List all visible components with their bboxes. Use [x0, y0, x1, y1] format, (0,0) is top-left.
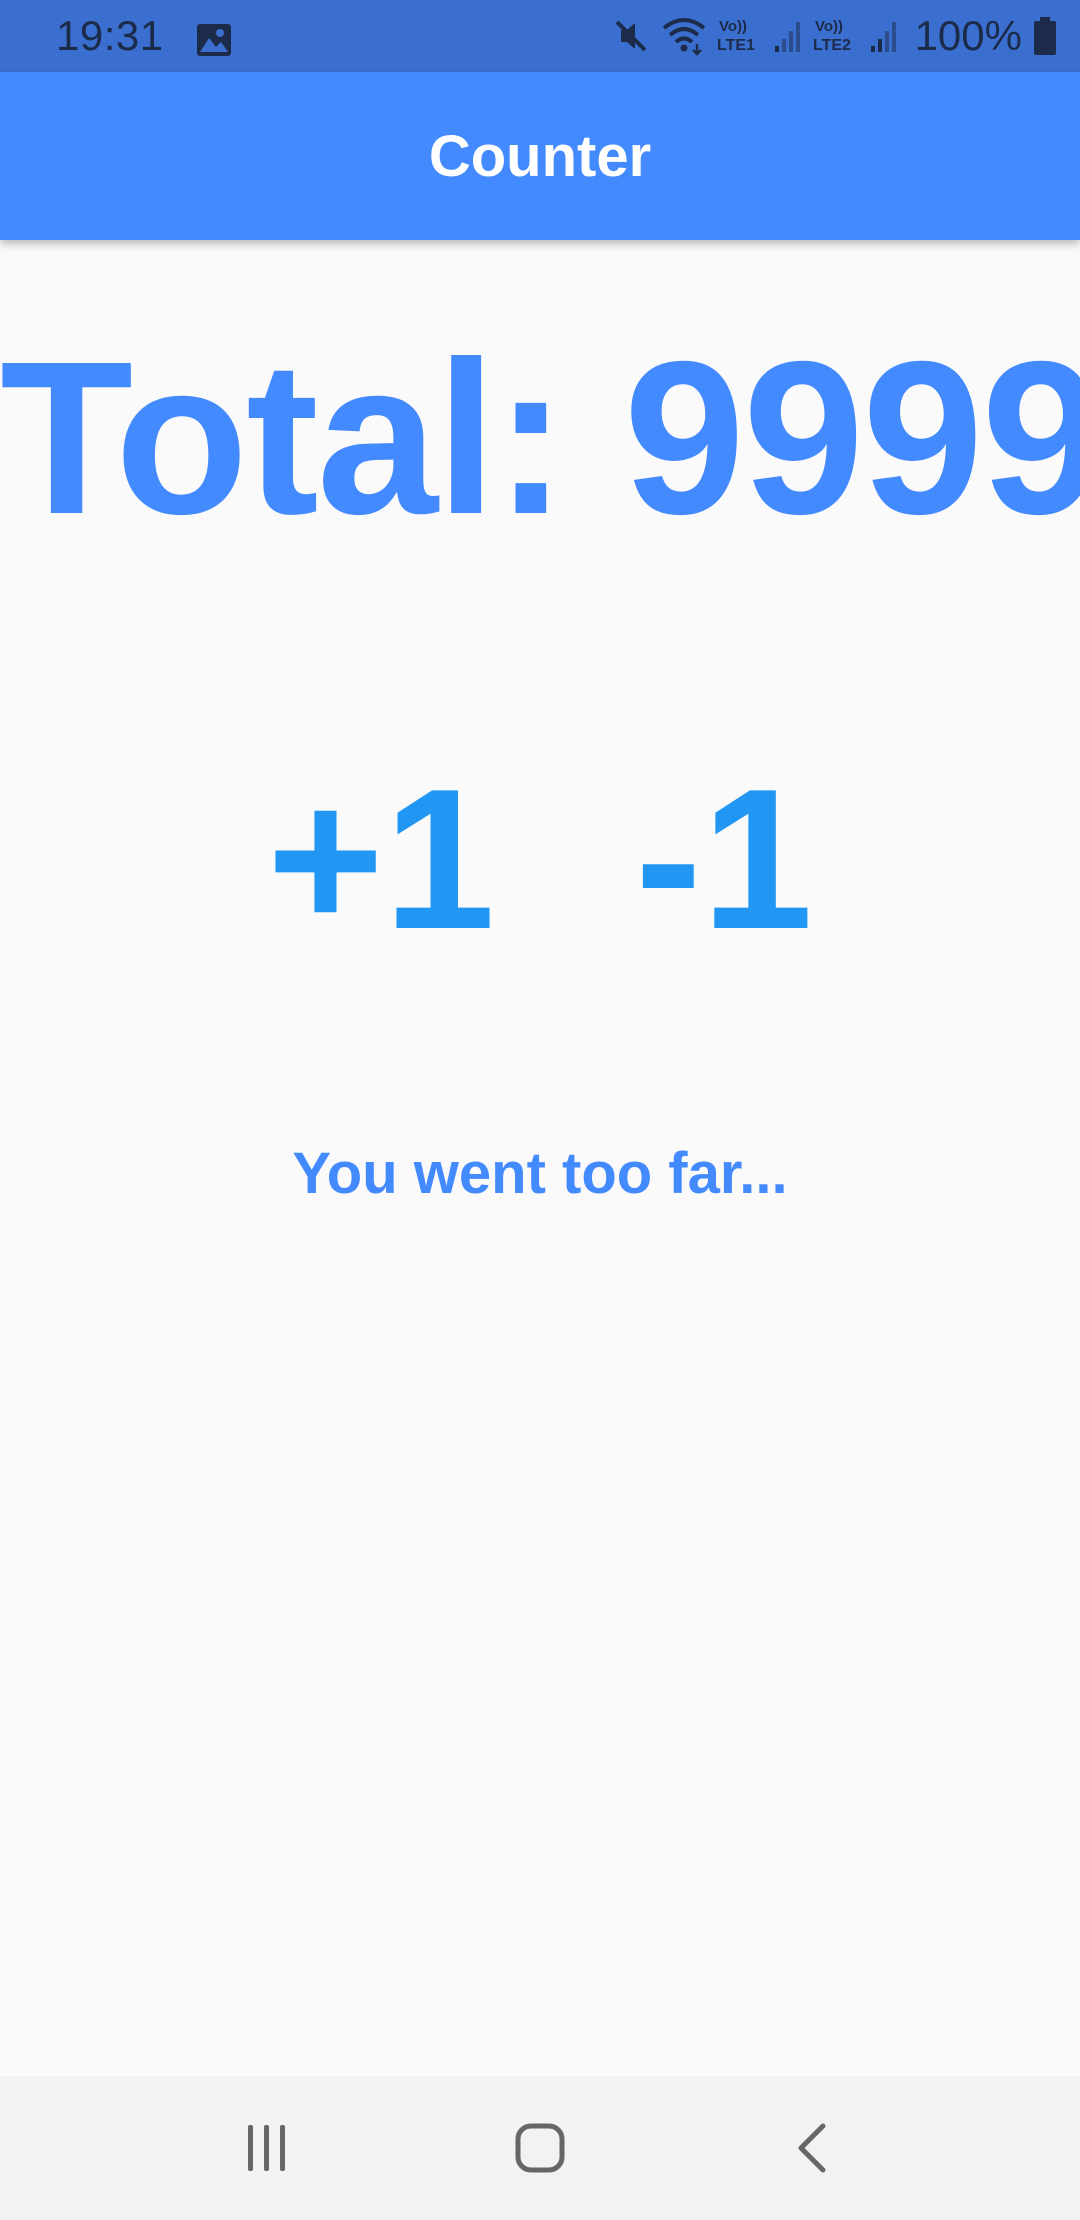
- lte1-label-bottom: LTE1: [717, 37, 755, 54]
- counter-controls: +1 -1: [0, 760, 1080, 960]
- warning-message: You went too far...: [292, 1141, 788, 1206]
- status-bar: 19:31 Vo)) LTE1 Vo)) LTE2 100%: [0, 0, 1080, 72]
- battery-percentage: 100%: [914, 12, 1022, 59]
- app-bar: Counter: [0, 72, 1080, 240]
- status-time: 19:31: [56, 12, 164, 59]
- volte-lte1-icon: Vo)) LTE1: [717, 16, 763, 56]
- lte2-label-bottom: LTE2: [813, 37, 851, 54]
- status-icons: Vo)) LTE1 Vo)) LTE2 100%: [611, 12, 1058, 60]
- lte1-label-top: Vo)): [719, 18, 747, 35]
- increment-button[interactable]: +1: [267, 760, 495, 960]
- lte2-label-top: Vo)): [815, 18, 843, 35]
- back-button[interactable]: [753, 2088, 873, 2208]
- navigation-bar: [0, 2076, 1080, 2220]
- volte-lte2-icon: Vo)) LTE2: [813, 16, 859, 56]
- recent-apps-button[interactable]: [207, 2088, 327, 2208]
- mute-icon: [611, 16, 651, 56]
- signal-icon: [773, 16, 803, 56]
- screen: 19:31 Vo)) LTE1 Vo)) LTE2 100% Counter T…: [0, 0, 1080, 2220]
- total-display: Total: 9999: [0, 317, 1080, 560]
- battery-icon: [1032, 16, 1058, 56]
- decrement-button[interactable]: -1: [635, 760, 813, 960]
- gallery-icon: [196, 19, 232, 56]
- wifi-icon: [661, 16, 707, 56]
- back-icon: [798, 2123, 826, 2173]
- home-icon: [515, 2123, 565, 2173]
- home-button[interactable]: [480, 2088, 600, 2208]
- app-title: Counter: [428, 123, 652, 189]
- signal-icon: [869, 16, 899, 56]
- recent-apps-icon: [247, 2125, 285, 2171]
